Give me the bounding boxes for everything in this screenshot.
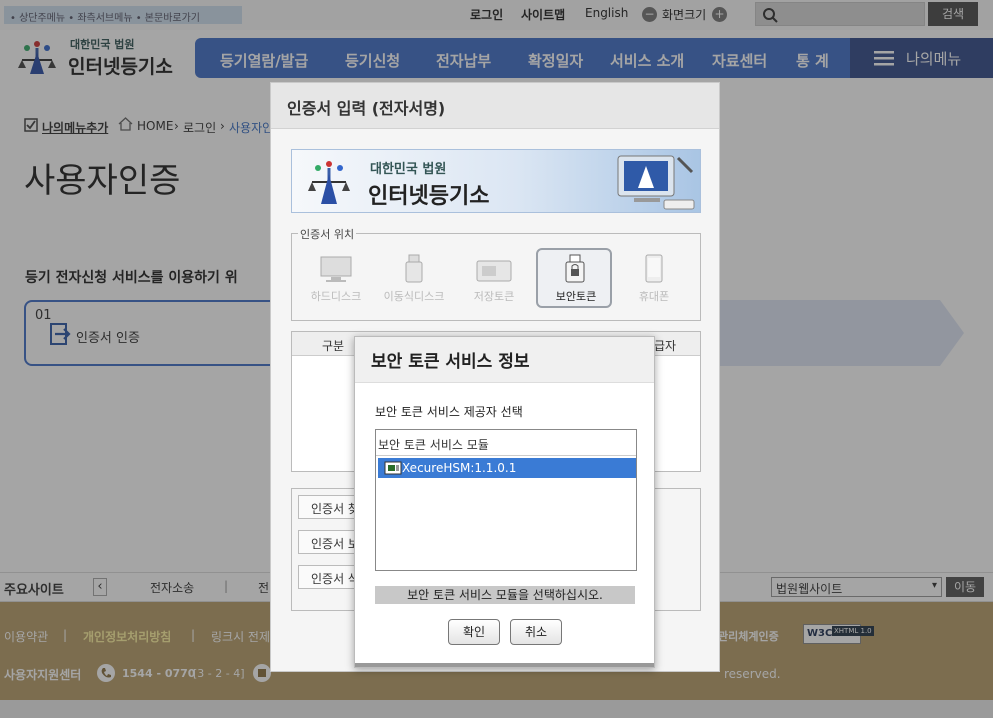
ok-button[interactable]: 확인 (448, 619, 500, 645)
mobile-phone-icon (645, 254, 663, 283)
court-emblem-icon (308, 161, 350, 204)
token-module-list-header: 보안 토큰 서비스 모듈 (376, 430, 636, 456)
banner-line1: 대한민국 법원 (370, 162, 447, 177)
computer-illustration-icon (617, 155, 695, 210)
certificate-location-group: 인증서 위치 하드디스크 이동식디스크 저장토큰 보안토큰 휴대폰 (291, 226, 701, 321)
monitor-icon (320, 256, 352, 282)
storage-token-icon (476, 260, 512, 282)
cancel-button[interactable]: 취소 (510, 619, 562, 645)
usb-drive-icon (405, 254, 423, 283)
token-module-list[interactable]: 보안 토큰 서비스 모듈 XecureHSM:1.1.0.1 (375, 429, 637, 571)
location-label: 휴대폰 (638, 290, 670, 303)
location-security-token[interactable]: 보안토큰 (536, 248, 612, 308)
token-module-item-label: XecureHSM:1.1.0.1 (402, 461, 517, 475)
site-banner: 대한민국 법원 인터넷등기소 (291, 149, 701, 213)
location-storage-token[interactable]: 저장토큰 (456, 248, 532, 308)
status-message: 보안 토큰 서비스 모듈을 선택하십시오. (375, 586, 635, 604)
location-label: 이동식디스크 (383, 290, 445, 303)
certificate-dialog-title: 인증서 입력 (전자서명) (287, 99, 446, 118)
security-token-modal: 보안 토큰 서비스 정보 보안 토큰 서비스 제공자 선택 보안 토큰 서비스 … (354, 336, 655, 668)
location-label: 저장토큰 (473, 290, 515, 303)
certificate-dialog-header: 인증서 입력 (전자서명) (271, 83, 719, 129)
certificate-location-legend: 인증서 위치 (298, 226, 357, 242)
table-col-issuer: 급자 (654, 339, 677, 353)
provider-prompt: 보안 토큰 서비스 제공자 선택 (375, 405, 523, 419)
location-removable-disk[interactable]: 이동식디스크 (376, 248, 452, 308)
table-col-type: 구분 (322, 339, 345, 353)
modal-footer-bar (355, 663, 654, 667)
location-hard-disk[interactable]: 하드디스크 (298, 248, 374, 308)
security-token-modal-header: 보안 토큰 서비스 정보 (355, 337, 654, 383)
banner-line2: 인터넷등기소 (368, 184, 490, 209)
security-token-modal-title: 보안 토큰 서비스 정보 (371, 352, 530, 372)
location-mobile-phone[interactable]: 휴대폰 (616, 248, 692, 308)
security-token-icon (565, 254, 585, 283)
hsm-module-icon (384, 461, 402, 475)
location-label: 보안토큰 (555, 290, 597, 303)
token-module-item[interactable]: XecureHSM:1.1.0.1 (378, 458, 636, 478)
location-label: 하드디스크 (310, 290, 362, 303)
